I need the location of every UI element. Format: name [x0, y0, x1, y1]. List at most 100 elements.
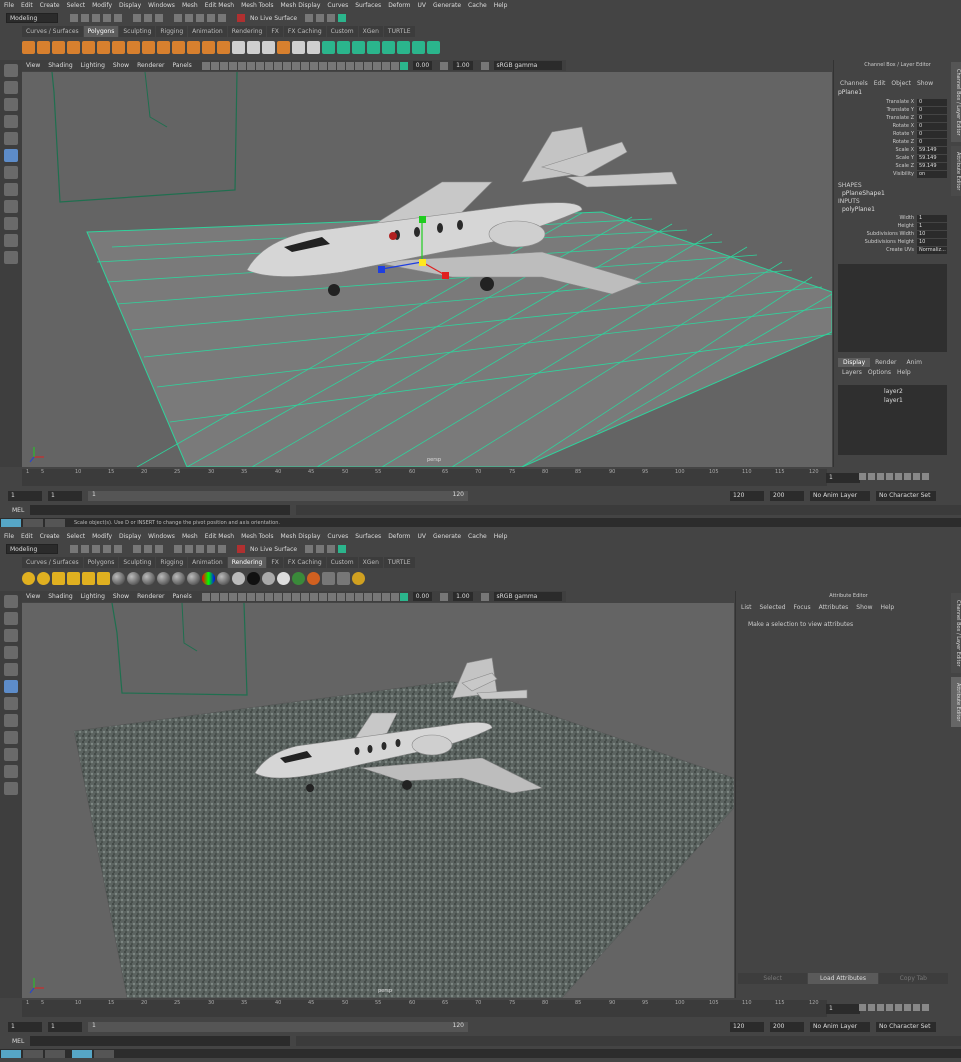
bookmark-icon[interactable] [219, 61, 228, 70]
render-settings-icon[interactable] [327, 545, 336, 553]
cb-attr-value[interactable]: 10 [917, 238, 947, 246]
default-light-icon[interactable] [309, 61, 318, 70]
film-gate-icon[interactable] [246, 61, 255, 70]
poly-sphere-icon[interactable] [22, 40, 35, 54]
select-tool-icon[interactable] [4, 64, 18, 77]
safe-action-icon[interactable] [282, 592, 291, 601]
menu-mesh-display[interactable]: Mesh Display [281, 533, 321, 540]
cb-attr-value[interactable]: Normaliz... [917, 246, 947, 254]
live-surface-icon[interactable] [237, 14, 245, 22]
layer-menu-options[interactable]: Options [868, 369, 891, 376]
render-icon[interactable] [305, 14, 314, 22]
point-light-icon[interactable] [52, 571, 65, 585]
single-perspective-icon[interactable] [4, 183, 18, 196]
layer-tab-render[interactable]: Render [870, 358, 901, 367]
mel-input[interactable] [30, 505, 291, 515]
cb-attr-value[interactable]: 59.149 [917, 146, 947, 154]
cb-attr-value[interactable]: 0 [917, 114, 947, 122]
poly-type-icon[interactable] [157, 40, 170, 54]
white-ball-icon[interactable] [232, 571, 245, 585]
shelf-tab-fx[interactable]: FX [267, 26, 283, 37]
live-surface-icon[interactable] [237, 545, 245, 553]
four-view-icon[interactable] [4, 200, 18, 213]
scene-end-field[interactable]: 200 [770, 490, 804, 501]
cb-attr-value[interactable]: 0 [917, 98, 947, 106]
playback-end-field[interactable]: 120 [730, 1021, 764, 1032]
shelf-tab-xgen[interactable]: XGen [358, 557, 383, 568]
taskbar-maya-icon[interactable] [72, 1049, 92, 1058]
snap-curve-icon[interactable] [185, 14, 193, 22]
gamma-field[interactable]: 1.00 [453, 61, 473, 70]
play-back-icon[interactable] [886, 1004, 893, 1011]
gate-mask-icon[interactable] [264, 592, 273, 601]
paint-select-icon[interactable] [4, 98, 18, 111]
shelf-tab-sculpting[interactable]: Sculpting [119, 557, 156, 568]
menu-cache[interactable]: Cache [468, 533, 487, 540]
shelf-tab-rigging[interactable]: Rigging [156, 26, 188, 37]
mel-input[interactable] [30, 1036, 291, 1046]
all-lights-icon[interactable] [327, 592, 336, 601]
panel-menu-renderer[interactable]: Renderer [137, 593, 164, 600]
shelf-tab-animation[interactable]: Animation [188, 26, 227, 37]
shadows-icon[interactable] [336, 61, 345, 70]
playback-start-field[interactable]: 1 [48, 490, 82, 501]
cb-menu-object[interactable]: Object [891, 80, 911, 87]
select-object-icon[interactable] [144, 545, 152, 553]
scene-end-field[interactable]: 200 [770, 1021, 804, 1032]
bridge-icon[interactable] [247, 40, 260, 54]
move-tool-icon[interactable] [4, 115, 18, 128]
textured-icon[interactable] [318, 61, 327, 70]
image-plane-icon[interactable] [228, 592, 237, 601]
planar-map-icon[interactable] [337, 40, 350, 54]
manip-y-handle[interactable] [419, 216, 426, 223]
camera-map-icon[interactable] [397, 40, 410, 54]
hypershade-shelf-icon[interactable] [292, 571, 305, 585]
menu-mesh-tools[interactable]: Mesh Tools [241, 2, 273, 9]
xray-joints-icon[interactable] [390, 592, 399, 601]
anim-layer-select[interactable]: No Anim Layer [810, 490, 870, 501]
character-set-select[interactable]: No Character Set [876, 1021, 936, 1032]
lasso-tool-icon[interactable] [4, 612, 18, 625]
taskbar-window-icon[interactable] [23, 1049, 43, 1058]
poly-superellipse-icon[interactable] [142, 40, 155, 54]
shelf-tab-polygons[interactable]: Polygons [83, 557, 119, 568]
cb-row[interactable]: Subdivisions Height 10 [834, 238, 947, 246]
poly-cone-icon[interactable] [67, 40, 80, 54]
redo-icon[interactable] [114, 14, 122, 22]
xray-joints-icon[interactable] [390, 61, 399, 70]
antialias-icon[interactable] [354, 61, 363, 70]
area-light-icon[interactable] [82, 571, 95, 585]
ambient-occlusion-icon[interactable] [345, 61, 354, 70]
shelf-tab-curves[interactable]: Curves / Surfaces [22, 557, 83, 568]
directional-light-icon[interactable] [22, 571, 35, 585]
boolean-icon[interactable] [202, 40, 215, 54]
snap-point-icon[interactable] [196, 545, 204, 553]
cb-row[interactable]: Scale Z 59.149 [834, 162, 947, 170]
redo-icon[interactable] [114, 545, 122, 553]
step-back-key-icon[interactable] [868, 473, 875, 480]
wireframe-icon[interactable] [291, 592, 300, 601]
poly-plane-icon[interactable] [82, 40, 95, 54]
spherical-map-icon[interactable] [367, 40, 380, 54]
menu-deform[interactable]: Deform [388, 533, 410, 540]
render-frame-icon[interactable] [322, 571, 335, 585]
viewport-persp[interactable]: persp [22, 603, 734, 998]
current-frame-field[interactable]: 1 [826, 1004, 860, 1014]
attribute-editor-vtab[interactable]: Attribute Editor [951, 146, 961, 196]
cb-row[interactable]: Height 1 [834, 222, 947, 230]
ambient-occlusion-icon[interactable] [345, 592, 354, 601]
cb-attr-value[interactable]: 1 [917, 214, 947, 222]
panel-menu-renderer[interactable]: Renderer [137, 62, 164, 69]
textured-icon[interactable] [318, 592, 327, 601]
cb-attr-value[interactable]: 59.149 [917, 162, 947, 170]
shelf-tab-polygons[interactable]: Polygons [83, 26, 119, 37]
time-slider[interactable]: 1 5 10 15 20 25 30 35 40 45 50 55 60 65 … [0, 998, 961, 1020]
menu-edit[interactable]: Edit [21, 533, 33, 540]
taskbar-window-icon[interactable] [45, 518, 65, 527]
render-settings-icon[interactable] [327, 14, 336, 22]
persp-graph-icon[interactable] [4, 765, 18, 778]
cb-row[interactable]: Translate Y0 [834, 106, 947, 114]
multi-cut-icon[interactable] [292, 40, 305, 54]
shelf-tab-turtle[interactable]: TURTLE [383, 26, 415, 37]
menu-display[interactable]: Display [119, 533, 141, 540]
